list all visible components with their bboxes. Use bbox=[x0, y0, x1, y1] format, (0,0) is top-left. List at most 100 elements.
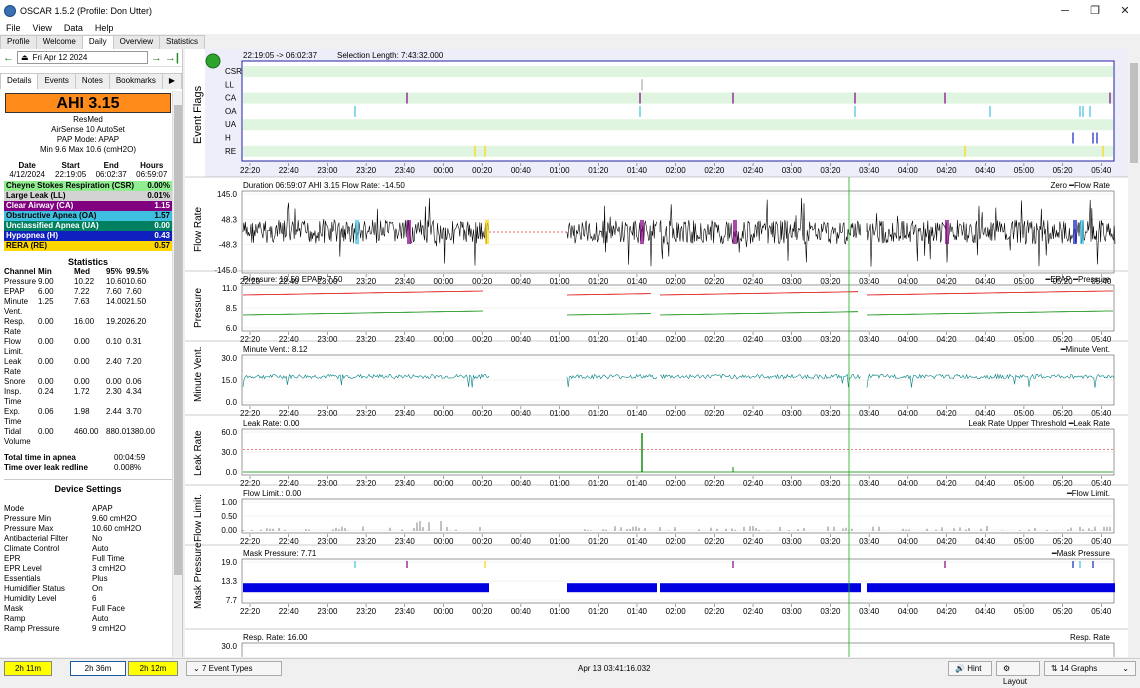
device-setting-label: Ramp Pressure bbox=[4, 624, 60, 633]
next-day-arrow-icon[interactable]: → bbox=[151, 52, 162, 64]
tab-events[interactable]: Events bbox=[37, 73, 76, 89]
time-tick-label: 04:40 bbox=[975, 166, 996, 175]
time-tick-label: 02:00 bbox=[666, 166, 687, 175]
event-summary-row[interactable]: Clear Airway (CA) 1.15 bbox=[4, 201, 172, 211]
layout-button[interactable]: ⚙ Layout bbox=[996, 661, 1040, 686]
menu-help[interactable]: Help bbox=[89, 23, 120, 33]
statistics-cell: 0.00 bbox=[38, 357, 54, 366]
time-tick-label: 02:20 bbox=[704, 335, 725, 344]
menu-data[interactable]: Data bbox=[58, 23, 89, 33]
window-title: OSCAR 1.5.2 (Profile: Don Utter) bbox=[20, 5, 153, 16]
graphs-canvas[interactable]: 22:19:05 -> 06:02:37 Selection Length: 7:… bbox=[185, 49, 1128, 657]
event-summary-row[interactable]: Cheyne Stokes Respiration (CSR) 0.00% bbox=[4, 181, 172, 191]
tab-scroll-right-icon[interactable]: ▶ bbox=[161, 73, 182, 89]
tab-overview[interactable]: Overview bbox=[112, 35, 161, 49]
duration-button-3[interactable]: 2h 12m bbox=[128, 661, 178, 676]
time-tick-label: 04:00 bbox=[898, 335, 919, 344]
event-summary-row[interactable]: Large Leak (LL) 0.01% bbox=[4, 191, 172, 201]
minimize-button[interactable]: ─ bbox=[1050, 0, 1080, 21]
duration-button-1[interactable]: 2h 11m bbox=[4, 661, 52, 676]
statistics-cell: 95% bbox=[106, 267, 123, 276]
device-settings-title: Device Settings bbox=[54, 484, 122, 494]
tab-statistics[interactable]: Statistics bbox=[159, 35, 206, 49]
time-tick-label: 05:40 bbox=[1091, 166, 1112, 175]
menu-view[interactable]: View bbox=[27, 23, 58, 33]
time-tick-label: 22:40 bbox=[279, 166, 300, 175]
statistics-cell: Tidal Volume bbox=[4, 427, 31, 446]
graph-title: Resp. Rate: 16.00 bbox=[243, 633, 308, 642]
event-overlay bbox=[485, 220, 489, 244]
event-overlay bbox=[1080, 220, 1084, 244]
y-tick-label: 0.0 bbox=[226, 468, 238, 477]
time-tick-label: 03:00 bbox=[782, 479, 803, 488]
time-tick-label: 02:00 bbox=[666, 335, 687, 344]
statistics-cell: Exp. Time bbox=[4, 407, 22, 426]
time-tick-label: 01:00 bbox=[550, 409, 571, 418]
session-cell: 06:59:07 bbox=[136, 170, 168, 179]
time-tick-label: 05:00 bbox=[1014, 537, 1035, 546]
time-tick-label: 00:20 bbox=[472, 537, 493, 546]
time-tick-label: 04:20 bbox=[937, 479, 958, 488]
date-picker[interactable]: ⏏ Fri Apr 12 2024 bbox=[17, 51, 148, 64]
time-tick-label: 02:40 bbox=[743, 479, 764, 488]
tab-details[interactable]: Details bbox=[0, 73, 39, 89]
time-tick-label: 22:40 bbox=[279, 335, 300, 344]
statistics-cell: Pressure bbox=[4, 277, 37, 286]
time-tick-label: 23:20 bbox=[356, 166, 377, 175]
tab-profile[interactable]: Profile bbox=[0, 35, 37, 49]
time-tick-label: 04:40 bbox=[975, 409, 996, 418]
event-row-label: RE bbox=[225, 147, 236, 156]
time-tick-label: 00:20 bbox=[472, 277, 493, 286]
leak-redline-value: 0.008% bbox=[114, 463, 142, 472]
time-tick-label: 02:00 bbox=[666, 409, 687, 418]
tab-daily[interactable]: Daily bbox=[81, 35, 114, 49]
statistics-cell: 0.24 bbox=[38, 387, 54, 396]
event-summary-row[interactable]: RERA (RE) 0.57 bbox=[4, 241, 172, 251]
duration-button-2[interactable]: 2h 36m bbox=[70, 661, 126, 676]
time-tick-label: 01:40 bbox=[627, 409, 648, 418]
graph-scrollbar[interactable] bbox=[1128, 49, 1140, 657]
time-tick-label: 23:40 bbox=[395, 166, 416, 175]
event-types-dropdown[interactable]: ⌄ 7 Event Types bbox=[186, 661, 282, 676]
menu-file[interactable]: File bbox=[0, 23, 27, 33]
statistics-cell: 99.5% bbox=[126, 267, 149, 276]
maximize-button[interactable]: ❐ bbox=[1080, 0, 1110, 21]
time-tick-label: 03:20 bbox=[820, 166, 841, 175]
time-tick-label: 03:20 bbox=[820, 277, 841, 286]
statistics-cell: 1.98 bbox=[74, 407, 90, 416]
statistics-cell: 1380.00 bbox=[126, 427, 155, 436]
time-tick-label: 04:20 bbox=[937, 409, 958, 418]
event-summary-row[interactable]: Hypopnea (H) 0.43 bbox=[4, 231, 172, 241]
event-summary-row[interactable]: Obstructive Apnea (OA) 1.57 bbox=[4, 211, 172, 221]
tab-welcome[interactable]: Welcome bbox=[35, 35, 83, 49]
hint-button[interactable]: 🔊 Hint bbox=[948, 661, 992, 676]
close-button[interactable]: ✕ bbox=[1110, 0, 1140, 21]
graph-label: Leak Rate bbox=[193, 430, 204, 476]
time-tick-label: 00:00 bbox=[433, 479, 454, 488]
event-types-label: 7 Event Types bbox=[201, 664, 253, 673]
device-setting-row: Humidity Level 6 bbox=[4, 594, 172, 604]
event-flags-range: 22:19:05 -> 06:02:37 bbox=[243, 51, 318, 60]
time-tick-label: 00:00 bbox=[433, 607, 454, 616]
tab-bookmarks[interactable]: Bookmarks bbox=[108, 73, 163, 89]
y-tick-label: -48.3 bbox=[219, 241, 238, 250]
time-tick-label: 23:20 bbox=[356, 335, 377, 344]
left-scrollbar[interactable] bbox=[172, 91, 182, 657]
device-setting-value: Plus bbox=[92, 574, 108, 583]
device-setting-row: Essentials Plus bbox=[4, 574, 172, 584]
last-day-arrow-icon[interactable]: →| bbox=[165, 52, 179, 64]
time-tick-label: 01:20 bbox=[588, 335, 609, 344]
prev-day-arrow-icon[interactable]: ← bbox=[3, 52, 14, 64]
tab-notes[interactable]: Notes bbox=[74, 73, 110, 89]
event-row-band bbox=[243, 145, 1113, 157]
graphs-dropdown[interactable]: ⇅ 14 Graphs ⌄ bbox=[1044, 661, 1136, 676]
time-tick-label: 23:40 bbox=[395, 479, 416, 488]
time-tick-label: 04:40 bbox=[975, 335, 996, 344]
graph-scroll-thumb[interactable] bbox=[1130, 63, 1138, 163]
y-tick-label: 13.3 bbox=[221, 577, 237, 586]
event-summary-row[interactable]: Unclassified Apnea (UA) 0.00 bbox=[4, 221, 172, 231]
event-value: 0.01% bbox=[147, 191, 170, 200]
graph-title: Minute Vent.: 8.12 bbox=[243, 345, 308, 354]
ahi-summary: AHI 3.15 bbox=[5, 93, 171, 113]
left-scroll-thumb[interactable] bbox=[174, 105, 182, 575]
